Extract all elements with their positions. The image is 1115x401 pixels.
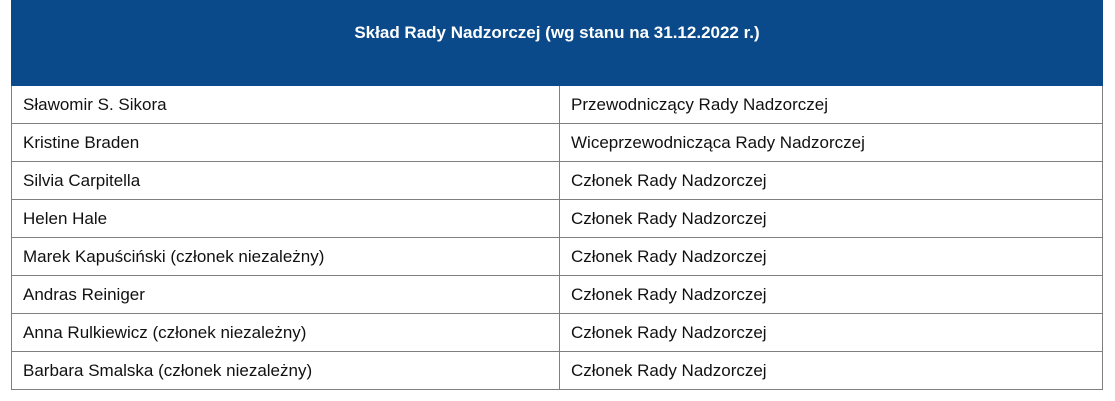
member-role: Wiceprzewodnicząca Rady Nadzorczej [558,123,1104,162]
member-name: Barbara Smalska (członek niezależny) [11,351,560,390]
member-name: Marek Kapuściński (członek niezależny) [11,237,560,276]
member-role: Członek Rady Nadzorczej [558,351,1104,390]
member-role: Członek Rady Nadzorczej [558,199,1104,238]
table-row: Marek Kapuściński (członek niezależny) C… [11,237,1104,276]
table-row: Sławomir S. Sikora Przewodniczący Rady N… [11,85,1104,124]
member-role: Członek Rady Nadzorczej [558,237,1104,276]
table-row: Kristine Braden Wiceprzewodnicząca Rady … [11,123,1104,162]
member-role: Członek Rady Nadzorczej [558,275,1104,314]
member-role: Członek Rady Nadzorczej [558,313,1104,352]
supervisory-board-table: Skład Rady Nadzorczej (wg stanu na 31.12… [10,0,1104,390]
member-name: Kristine Braden [11,123,560,162]
table-title-cell: Skład Rady Nadzorczej (wg stanu na 31.12… [10,0,1104,86]
member-name: Helen Hale [11,199,560,238]
table-row: Andras Reiniger Członek Rady Nadzorczej [11,275,1104,314]
member-name: Sławomir S. Sikora [11,85,560,124]
table-row: Anna Rulkiewicz (członek niezależny) Czł… [11,313,1104,352]
table-row: Silvia Carpitella Członek Rady Nadzorcze… [11,161,1104,200]
table-row: Helen Hale Członek Rady Nadzorczej [11,199,1104,238]
member-name: Andras Reiniger [11,275,560,314]
table-title: Skład Rady Nadzorczej (wg stanu na 31.12… [354,23,760,42]
table-row: Barbara Smalska (członek niezależny) Czł… [11,351,1104,390]
member-name: Silvia Carpitella [11,161,560,200]
member-name: Anna Rulkiewicz (członek niezależny) [11,313,560,352]
member-role: Przewodniczący Rady Nadzorczej [558,85,1104,124]
member-role: Członek Rady Nadzorczej [558,161,1104,200]
